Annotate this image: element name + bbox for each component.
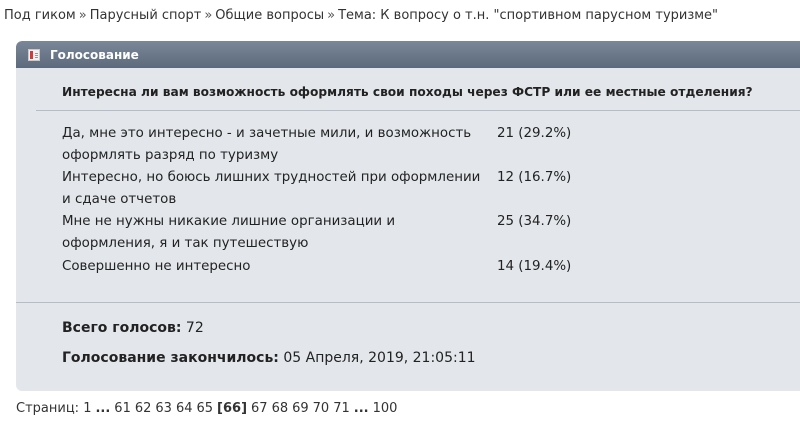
poll-options: Да, мне это интересно - и зачетные мили,… xyxy=(62,123,602,278)
breadcrumb-topic: Тема: К вопросу о т.н. "спортивном парус… xyxy=(338,8,719,23)
poll-option-line: Мне не нужны никакие лишние организации … xyxy=(62,214,396,229)
poll-header: Голосование xyxy=(16,41,800,68)
page-link[interactable]: 61 xyxy=(114,401,131,416)
poll-option-result: 25 (34.7%) xyxy=(497,214,572,229)
page-link[interactable]: 70 xyxy=(313,401,330,416)
page-link[interactable]: 67 xyxy=(251,401,268,416)
poll-option: Да, мне это интересно - и зачетные мили,… xyxy=(62,123,602,167)
poll-option-line: Интересно, но боюсь лишних трудностей пр… xyxy=(62,170,481,185)
breadcrumb-link-general-questions[interactable]: Общие вопросы xyxy=(215,8,324,23)
page-link-first[interactable]: 1 xyxy=(83,401,91,416)
poll-option-text: Интересно, но боюсь лишних трудностей пр… xyxy=(62,167,497,211)
poll-option-line: Да, мне это интересно - и зачетные мили,… xyxy=(62,126,472,141)
poll-option-line: и сдаче отчетов xyxy=(62,192,177,207)
poll-option-text: Мне не нужны никакие лишние организации … xyxy=(62,211,497,255)
page-link-last[interactable]: 100 xyxy=(373,401,398,416)
poll-option-result: 14 (19.4%) xyxy=(497,259,572,274)
poll-option: Совершенно не интересно 14 (19.4%) xyxy=(62,256,602,278)
page-link[interactable]: 65 xyxy=(196,401,213,416)
pagination: Страниц: 1... 61 62 63 64 65 [66] 67 68 69 70 71...… xyxy=(16,401,401,416)
pagination-ellipsis: ... xyxy=(95,401,111,416)
poll-option-result: 21 (29.2%) xyxy=(497,126,572,141)
page-link[interactable]: 63 xyxy=(155,401,172,416)
poll-total-value: 72 xyxy=(185,320,204,336)
pagination-label: Страниц: xyxy=(16,401,80,416)
pagination-ellipsis: ... xyxy=(353,401,369,416)
poll-header-title: Голосование xyxy=(50,47,139,62)
poll-option-text: Совершенно не интересно xyxy=(62,256,497,278)
poll-ended-value: 05 Апреля, 2019, 21:05:11 xyxy=(283,350,476,366)
breadcrumb-link-pod-gikom[interactable]: Под гиком xyxy=(4,8,76,23)
poll-option-line: Совершенно не интересно xyxy=(62,259,251,274)
poll-ended: Голосование закончилось: 05 Апреля, 2019… xyxy=(62,350,476,366)
poll-icon xyxy=(28,48,40,61)
breadcrumb-separator: » xyxy=(204,8,213,23)
poll-option-line: оформлять разряд по туризму xyxy=(62,148,279,163)
poll-ended-label: Голосование закончилось: xyxy=(62,350,279,366)
page-link[interactable]: 64 xyxy=(176,401,193,416)
poll-question: Интересна ли вам возможность оформлять с… xyxy=(62,85,753,99)
poll-total-votes: Всего голосов: 72 xyxy=(62,320,204,336)
page-link[interactable]: 68 xyxy=(272,401,289,416)
poll-option-text: Да, мне это интересно - и зачетные мили,… xyxy=(62,123,497,167)
breadcrumb: Под гиком» Парусный спорт» Общие вопросы» Т… xyxy=(4,8,718,23)
page-link[interactable]: 69 xyxy=(292,401,309,416)
poll-panel: Голосование Интересна ли вам возможность… xyxy=(16,41,800,391)
page-link[interactable]: 71 xyxy=(333,401,350,416)
poll-total-label: Всего голосов: xyxy=(62,320,182,336)
results-divider xyxy=(16,302,800,303)
poll-option-line: оформления, я и так путешествую xyxy=(62,236,309,251)
poll-option: Мне не нужны никакие лишние организации … xyxy=(62,211,602,255)
poll-option-result: 12 (16.7%) xyxy=(497,170,572,185)
breadcrumb-separator: » xyxy=(78,8,87,23)
poll-option: Интересно, но боюсь лишних трудностей пр… xyxy=(62,167,602,211)
breadcrumb-separator: » xyxy=(327,8,336,23)
page-link[interactable]: 62 xyxy=(135,401,152,416)
page-current: [66] xyxy=(217,401,248,416)
question-divider xyxy=(36,110,800,111)
breadcrumb-link-sailing-sport[interactable]: Парусный спорт xyxy=(90,8,202,23)
